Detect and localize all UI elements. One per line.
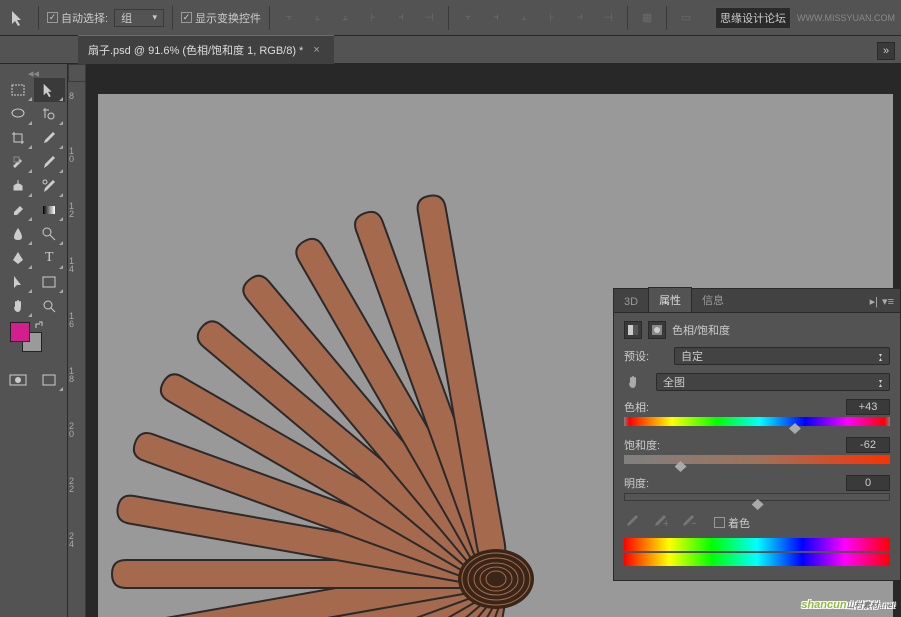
scrub-tool-icon[interactable]: [624, 373, 642, 391]
eyedropper-tool[interactable]: [34, 126, 66, 150]
eyedropper-subtract-icon[interactable]: −: [680, 513, 700, 532]
panel-menu-icon[interactable]: ▸|▾≡: [864, 295, 900, 312]
zoom-tool[interactable]: [34, 294, 66, 318]
distribute-right-icon: ⊣: [597, 7, 619, 29]
auto-select-checkbox[interactable]: 自动选择:: [47, 10, 108, 26]
history-brush-tool[interactable]: [34, 174, 66, 198]
move-tool-icon[interactable]: [6, 6, 30, 30]
color-swatches[interactable]: [2, 318, 65, 368]
tab-3d[interactable]: 3D: [614, 292, 648, 312]
lasso-tool[interactable]: [2, 102, 34, 126]
align-hcenter-icon: ⫞: [390, 7, 412, 29]
hue-label: 色相:: [624, 399, 649, 415]
close-tab-icon[interactable]: ×: [313, 44, 319, 56]
show-transform-controls-checkbox[interactable]: 显示变换控件: [181, 10, 261, 26]
quick-mask-toggle[interactable]: [2, 368, 34, 392]
swap-colors-icon[interactable]: [34, 320, 44, 330]
svg-text:−: −: [691, 518, 696, 529]
saturation-input[interactable]: -62: [846, 437, 890, 453]
preset-dropdown[interactable]: 自定: [674, 347, 890, 365]
colorize-checkbox[interactable]: 着色: [714, 515, 750, 531]
dodge-tool[interactable]: [34, 222, 66, 246]
ruler-origin[interactable]: [68, 64, 86, 82]
3d-mode-icon: ▭: [675, 7, 697, 29]
type-tool[interactable]: T: [34, 246, 66, 270]
auto-select-label: 自动选择:: [61, 10, 108, 26]
document-tab-bar: 扇子.psd @ 91.6% (色相/饱和度 1, RGB/8) * ×: [0, 36, 901, 64]
properties-panel: 3D 属性 信息 ▸|▾≡ 色相/饱和度 预设: 自定 全图 色相: +43: [613, 288, 901, 581]
preset-label: 预设:: [624, 348, 668, 364]
vertical-ruler[interactable]: 81 01 21 41 61 82 02 22 4: [68, 82, 86, 617]
svg-text:+: +: [663, 518, 668, 529]
gradient-tool[interactable]: [34, 198, 66, 222]
marquee-tool[interactable]: [2, 78, 34, 102]
tab-properties[interactable]: 属性: [648, 287, 692, 312]
path-select-tool[interactable]: [2, 270, 34, 294]
hue-input[interactable]: +43: [846, 399, 890, 415]
distribute-vcenter-icon: ⫞: [485, 7, 507, 29]
healing-brush-tool[interactable]: [2, 150, 34, 174]
align-bottom-icon: ⫠: [334, 7, 356, 29]
distribute-bottom-icon: ⫠: [513, 7, 535, 29]
clone-stamp-tool[interactable]: [2, 174, 34, 198]
adjustment-icon[interactable]: [624, 321, 642, 339]
saturation-label: 饱和度:: [624, 437, 660, 453]
screen-mode-toggle[interactable]: [34, 368, 66, 392]
eyedropper-add-icon[interactable]: +: [652, 513, 672, 532]
blur-tool[interactable]: [2, 222, 34, 246]
hue-range-indicator[interactable]: [624, 538, 890, 566]
foreground-color-swatch[interactable]: [10, 322, 30, 342]
align-right-icon: ⊣: [418, 7, 440, 29]
toolbox-toggle[interactable]: ◂◂: [2, 68, 65, 78]
lightness-slider[interactable]: [624, 493, 890, 505]
saturation-slider[interactable]: [624, 455, 890, 467]
eraser-tool[interactable]: [2, 198, 34, 222]
quick-select-tool[interactable]: [34, 102, 66, 126]
mask-icon[interactable]: [648, 321, 666, 339]
tab-info[interactable]: 信息: [692, 288, 734, 312]
collapse-tabs-button[interactable]: »: [877, 42, 895, 60]
watermark-url: WWW.MISSYUAN.COM: [797, 13, 895, 23]
auto-align-icon: ▦: [636, 7, 658, 29]
auto-select-target-dropdown[interactable]: 组: [114, 9, 164, 27]
brush-tool[interactable]: [34, 150, 66, 174]
pen-tool[interactable]: [2, 246, 34, 270]
align-top-icon: ⫟: [278, 7, 300, 29]
color-range-dropdown[interactable]: 全图: [656, 373, 890, 391]
adjustment-title: 色相/饱和度: [672, 322, 730, 338]
crop-tool[interactable]: [2, 126, 34, 150]
options-bar: 自动选择: 组 显示变换控件 ⫟ ⫠ ⫠ ⊦ ⫞ ⊣ ⫟ ⫞ ⫠ ⊦ ⫞ ⊣ ▦…: [0, 0, 901, 36]
watermark-badge: 思缘设计论坛: [715, 7, 791, 29]
hue-slider[interactable]: [624, 417, 890, 429]
hand-tool[interactable]: [2, 294, 34, 318]
lightness-input[interactable]: 0: [846, 475, 890, 491]
distribute-top-icon: ⫟: [457, 7, 479, 29]
move-tool[interactable]: [34, 78, 66, 102]
document-tab[interactable]: 扇子.psd @ 91.6% (色相/饱和度 1, RGB/8) * ×: [78, 35, 334, 64]
show-transform-label: 显示变换控件: [195, 10, 261, 26]
distribute-hcenter-icon: ⫞: [569, 7, 591, 29]
panel-tabs: 3D 属性 信息 ▸|▾≡: [614, 289, 900, 313]
eyedropper-icon[interactable]: [624, 513, 644, 532]
shancun-watermark: shancun山村素材 .net: [801, 595, 895, 611]
shape-tool[interactable]: [34, 270, 66, 294]
align-left-icon: ⊦: [362, 7, 384, 29]
colorize-label: 着色: [728, 515, 750, 531]
align-vcenter-icon: ⫠: [306, 7, 328, 29]
lightness-label: 明度:: [624, 475, 649, 491]
distribute-left-icon: ⊦: [541, 7, 563, 29]
toolbox: ◂◂ T: [0, 64, 68, 617]
